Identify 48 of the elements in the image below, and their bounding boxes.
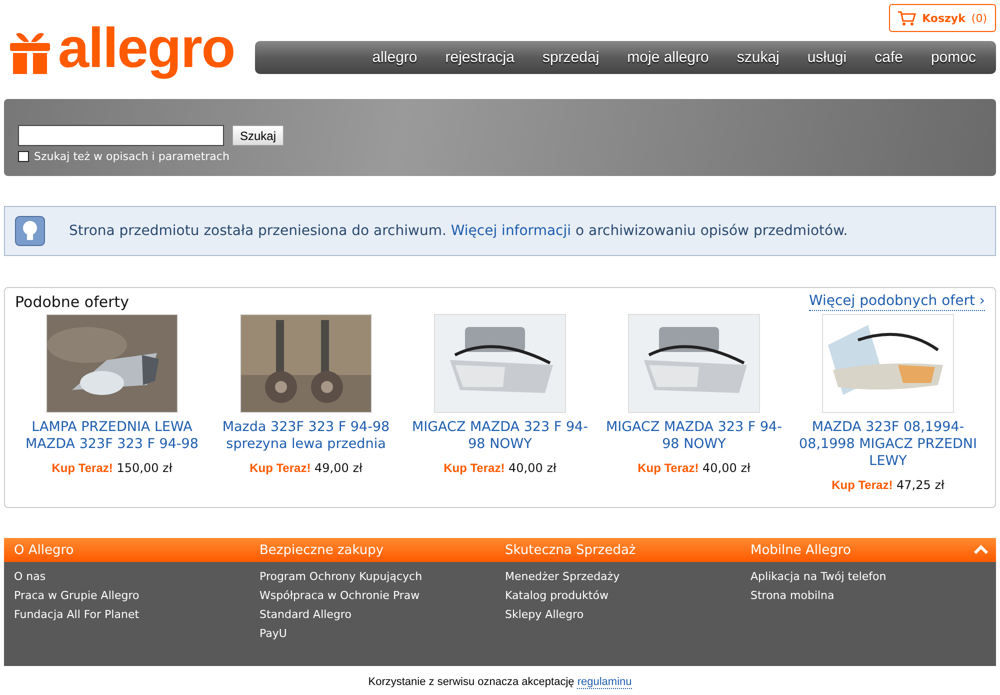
- nav-link[interactable]: allegro: [358, 49, 432, 66]
- more-info-link[interactable]: Więcej informacji: [450, 223, 572, 239]
- search-field[interactable]: [18, 125, 224, 146]
- gift-icon: [8, 30, 52, 74]
- offer-title-link[interactable]: Mazda 323F 323 F 94-98 sprezyna lewa przednia: [216, 419, 396, 453]
- terms-link[interactable]: regulaminu: [577, 676, 632, 689]
- checkbox[interactable]: [18, 151, 29, 162]
- footer-link[interactable]: O nas: [14, 570, 260, 583]
- footer-link[interactable]: Fundacja All For Planet: [14, 608, 260, 621]
- nav-link[interactable]: usługi: [793, 49, 861, 66]
- footer-link[interactable]: Katalog produktów: [505, 589, 750, 602]
- footer-link[interactable]: Strona mobilna: [750, 589, 996, 602]
- lightbulb-icon: [15, 216, 45, 246]
- nav-link[interactable]: szukaj: [722, 49, 794, 66]
- footer-heading: O Allegro: [14, 542, 74, 558]
- section-title: Podobne oferty: [15, 293, 130, 311]
- offer-price: Kup Teraz! 150,00 zł: [52, 461, 172, 475]
- footer-link[interactable]: Program Ochrony Kupujących: [260, 570, 505, 583]
- nav-link[interactable]: sprzedaj: [528, 49, 614, 66]
- footer-heading: Bezpieczne zakupy: [260, 542, 384, 558]
- offer-price: Kup Teraz! 49,00 zł: [250, 461, 362, 475]
- offer-title-link[interactable]: MIGACZ MAZDA 323 F 94-98 NOWY: [410, 419, 590, 453]
- notice-text: Strona przedmiotu została przeniesiona do archiwum. Więcej informacji o archiwizowaniu opisów przedmiotów.: [69, 223, 848, 239]
- more-offers-link[interactable]: Więcej podobnych ofert ›: [808, 293, 985, 311]
- offer-title-link[interactable]: LAMPA PRZEDNIA LEWA MAZDA 323F 323 F 94-98: [22, 419, 202, 453]
- footer-link[interactable]: Menedżer Sprzedaży: [505, 570, 750, 583]
- offer-price: Kup Teraz! 40,00 zł: [638, 461, 750, 475]
- nav-link[interactable]: cafe: [860, 49, 917, 66]
- nav-link[interactable]: rejestracja: [431, 49, 528, 66]
- footer-link[interactable]: Praca w Grupie Allegro: [14, 589, 260, 602]
- footer-link[interactable]: Współpraca w Ochronie Praw: [260, 589, 505, 602]
- offer-price: Kup Teraz! 47,25 zł: [832, 478, 944, 492]
- nav-link[interactable]: moje allegro: [613, 49, 723, 66]
- footer-heading: Mobilne Allegro: [750, 542, 851, 558]
- search-button[interactable]: Szukaj: [232, 125, 284, 146]
- checkbox-label: Szukaj też w opisach i parametrach: [34, 150, 230, 163]
- footer-link[interactable]: PayU: [260, 627, 505, 640]
- offer-price: Kup Teraz! 40,00 zł: [444, 461, 556, 475]
- terms-text: Korzystanie z serwisu oznacza akceptację regulaminu: [368, 676, 632, 689]
- cart-icon: [898, 10, 916, 26]
- footer-link[interactable]: Sklepy Allegro: [505, 608, 750, 621]
- footer-heading: Skuteczna Sprzedaż: [505, 542, 636, 558]
- offer-title-link[interactable]: MAZDA 323F 08,1994-08,1998 MIGACZ PRZEDNI LEWY: [798, 419, 978, 470]
- footer-link[interactable]: Aplikacja na Twój telefon: [750, 570, 996, 583]
- nav-link[interactable]: pomoc: [916, 49, 990, 66]
- offer-title-link[interactable]: MIGACZ MAZDA 323 F 94-98 NOWY: [604, 419, 784, 453]
- footer-link[interactable]: Standard Allegro: [260, 608, 505, 621]
- collapse-icon[interactable]: [974, 544, 988, 555]
